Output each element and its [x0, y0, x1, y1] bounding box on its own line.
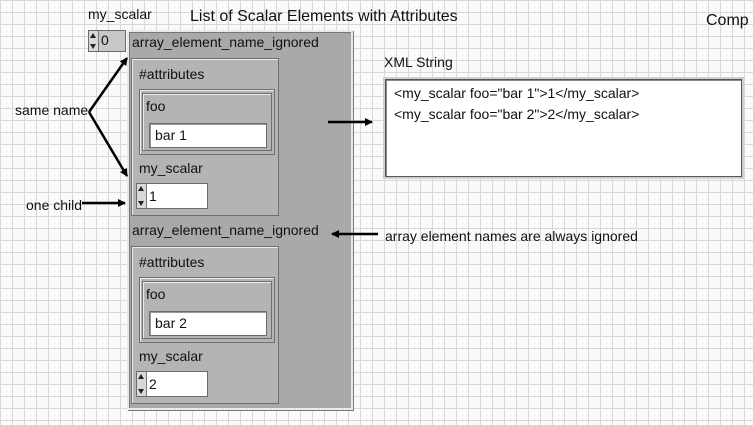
arrow-to-scalar-label: [87, 111, 129, 177]
annotation-arrows: [82, 57, 378, 238]
arrow-to-element-label: [87, 57, 129, 113]
